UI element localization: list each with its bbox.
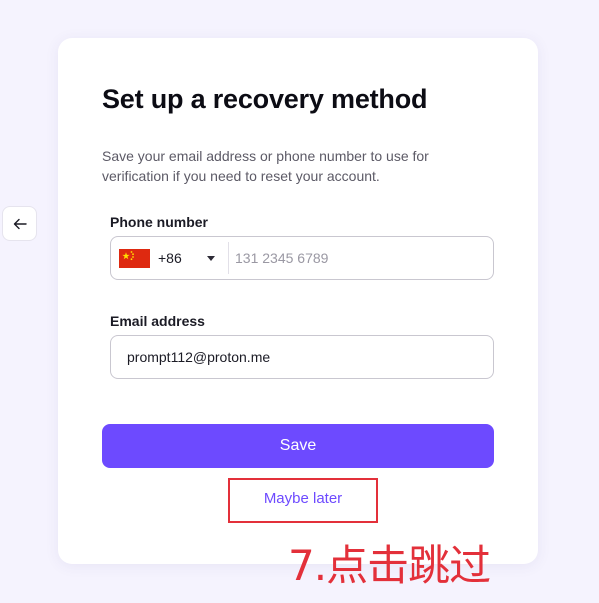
page: Set up a recovery method Save your email… (0, 0, 599, 603)
back-button[interactable] (2, 206, 37, 241)
annotation-text: 7.点击跳过 (288, 541, 491, 590)
phone-number-input[interactable] (231, 238, 490, 278)
email-address-input[interactable] (111, 336, 491, 378)
arrow-left-icon (13, 218, 27, 229)
phone-number-field: +86 (110, 236, 494, 280)
email-address-label: Email address (110, 313, 205, 329)
maybe-later-link[interactable]: Maybe later (228, 478, 378, 523)
country-code-value: +86 (158, 250, 182, 266)
phone-number-label: Phone number (110, 214, 209, 230)
field-divider (228, 242, 229, 274)
email-address-field (110, 335, 494, 379)
page-title: Set up a recovery method (102, 84, 428, 114)
china-flag-icon (119, 249, 150, 268)
page-subtitle: Save your email address or phone number … (102, 148, 429, 184)
chevron-down-icon (207, 256, 215, 261)
country-code-select[interactable]: +86 (111, 237, 228, 279)
save-button[interactable]: Save (102, 424, 494, 468)
